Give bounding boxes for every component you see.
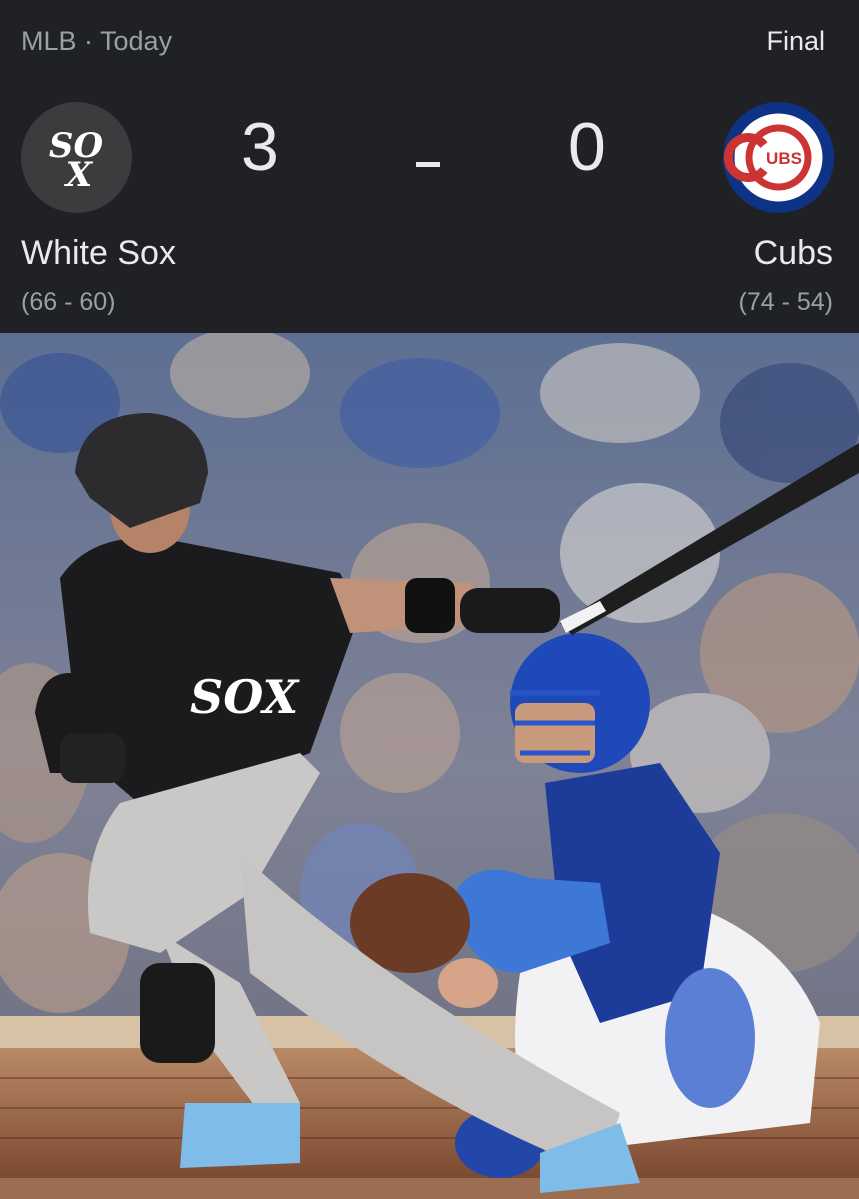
league-date-label[interactable]: MLB · Today [21, 26, 172, 57]
team-name-cubs[interactable]: Cubs [754, 234, 833, 273]
away-score: 0 [568, 109, 606, 185]
svg-text:SOX: SOX [190, 670, 300, 724]
record-white-sox: (66 - 60) [21, 288, 116, 316]
record-cubs: (74 - 54) [738, 288, 833, 316]
cubs-logo-text: UBS [766, 149, 802, 168]
score-card-header: MLB · Today Final SO X 3 0 UBS White Sox… [0, 0, 859, 333]
cubs-logo-icon[interactable]: UBS [723, 102, 834, 213]
svg-text:X: X [64, 155, 94, 195]
game-photo[interactable]: SOX [0, 333, 859, 1199]
white-sox-logo-icon[interactable]: SO X [21, 102, 132, 213]
team-name-white-sox[interactable]: White Sox [21, 234, 176, 273]
game-status: Final [766, 26, 825, 56]
dirt [0, 1178, 859, 1199]
score-separator [416, 162, 440, 167]
home-score: 3 [241, 109, 279, 185]
